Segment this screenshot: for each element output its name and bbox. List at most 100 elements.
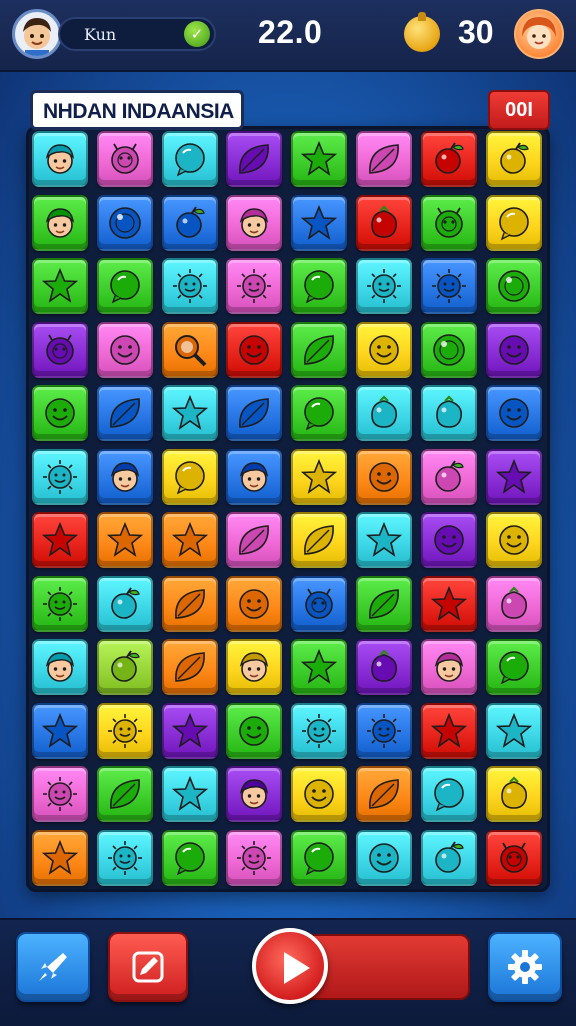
tile-yellow-smile[interactable] [291, 766, 348, 822]
tile-purple-berry[interactable] [356, 639, 412, 695]
tile-red-star[interactable] [32, 512, 88, 568]
tile-purple-bug[interactable] [32, 321, 88, 378]
settings-button[interactable] [488, 932, 562, 1002]
tile-blue-sun[interactable] [420, 258, 477, 314]
tile-green-bubble[interactable] [291, 385, 348, 441]
tile-orange-smile[interactable] [226, 575, 283, 632]
tile-cyan-face[interactable] [32, 131, 88, 187]
rocket-button[interactable] [16, 932, 90, 1002]
tile-orange-leaf[interactable] [356, 766, 412, 822]
tile-cyan-star[interactable] [161, 766, 218, 822]
tile-purple-face[interactable] [226, 766, 283, 822]
play-button[interactable] [252, 928, 328, 1004]
tile-purple-star[interactable] [485, 448, 542, 505]
tile-blue-sun[interactable] [356, 702, 412, 759]
tile-orange-star[interactable] [96, 512, 153, 568]
tile-red-star[interactable] [420, 575, 477, 632]
tile-green-face[interactable] [32, 194, 88, 251]
tile-cyan-fruit[interactable] [420, 829, 477, 886]
tile-blue-bug[interactable] [291, 575, 348, 632]
tile-cyan-berry[interactable] [356, 385, 412, 441]
tile-green-leaf[interactable] [291, 321, 348, 378]
tile-green-star[interactable] [291, 131, 348, 187]
tile-green-bubble[interactable] [291, 258, 348, 314]
tile-blue-fruit[interactable] [161, 194, 218, 251]
tile-lime-fruit[interactable] [96, 639, 153, 695]
tile-pink-bug[interactable] [96, 131, 153, 187]
tile-blue-face[interactable] [226, 448, 283, 505]
tile-yellow-bubble[interactable] [485, 194, 542, 251]
tile-yellow-star[interactable] [291, 448, 348, 505]
tile-yellow-smile[interactable] [485, 512, 542, 568]
tile-yellow-face[interactable] [226, 639, 283, 695]
tile-green-leaf[interactable] [96, 766, 153, 822]
tile-cyan-face[interactable] [32, 639, 88, 695]
tile-cyan-star[interactable] [356, 512, 412, 568]
tile-pink-berry[interactable] [485, 575, 542, 632]
tile-yellow-berry[interactable] [485, 766, 542, 822]
tile-cyan-smile[interactable] [356, 829, 412, 886]
tile-pink-leaf[interactable] [226, 512, 283, 568]
tile-pink-face[interactable] [420, 639, 477, 695]
tile-yellow-leaf[interactable] [291, 512, 348, 568]
tile-cyan-bubble[interactable] [161, 131, 218, 187]
tile-blue-star[interactable] [32, 702, 88, 759]
tile-green-smile[interactable] [226, 702, 283, 759]
pencil-button[interactable] [108, 932, 188, 1002]
tile-cyan-fruit[interactable] [96, 575, 153, 632]
tile-green-star[interactable] [32, 258, 88, 314]
tile-pink-sun[interactable] [32, 766, 88, 822]
tile-pink-sun[interactable] [226, 258, 283, 314]
tile-blue-leaf[interactable] [96, 385, 153, 441]
tile-orange-leaf[interactable] [161, 639, 218, 695]
tile-green-smile[interactable] [32, 385, 88, 441]
tile-pink-fruit[interactable] [420, 448, 477, 505]
tile-red-star[interactable] [420, 702, 477, 759]
tile-cyan-sun[interactable] [356, 258, 412, 314]
tile-green-bubble[interactable] [485, 639, 542, 695]
tile-green-sun[interactable] [32, 575, 88, 632]
tile-pink-sun[interactable] [226, 829, 283, 886]
tile-green-bug[interactable] [420, 194, 477, 251]
girl-avatar-icon[interactable] [514, 9, 564, 59]
tile-cyan-star[interactable] [485, 702, 542, 759]
tile-purple-star[interactable] [161, 702, 218, 759]
tile-green-bubble[interactable] [161, 829, 218, 886]
tile-cyan-sun[interactable] [161, 258, 218, 314]
tile-green-star[interactable] [291, 639, 348, 695]
tile-orange-smile[interactable] [356, 448, 412, 505]
tile-cyan-bubble[interactable] [420, 766, 477, 822]
tile-green-bubble[interactable] [96, 258, 153, 314]
boy-avatar-icon[interactable] [12, 9, 62, 59]
tile-orange-star[interactable] [32, 829, 88, 886]
tile-cyan-sun[interactable] [32, 448, 88, 505]
tile-blue-star[interactable] [291, 194, 348, 251]
tile-green-ball[interactable] [485, 258, 542, 314]
tile-green-ball[interactable] [420, 321, 477, 378]
tile-blue-leaf[interactable] [226, 385, 283, 441]
tile-cyan-berry[interactable] [420, 385, 477, 441]
tile-cyan-star[interactable] [161, 385, 218, 441]
tile-yellow-bubble[interactable] [161, 448, 218, 505]
tile-pink-face[interactable] [226, 194, 283, 251]
tile-orange-magnifier[interactable] [161, 321, 218, 378]
tile-blue-ball[interactable] [96, 194, 153, 251]
tile-red-berry[interactable] [356, 194, 412, 251]
tile-cyan-sun[interactable] [291, 702, 348, 759]
tile-green-leaf[interactable] [356, 575, 412, 632]
tile-red-bug[interactable] [485, 829, 542, 886]
tile-purple-leaf[interactable] [226, 131, 283, 187]
tile-orange-leaf[interactable] [161, 575, 218, 632]
tile-red-fruit[interactable] [420, 131, 477, 187]
tile-purple-smile[interactable] [420, 512, 477, 568]
tile-green-bubble[interactable] [291, 829, 348, 886]
tile-blue-smile[interactable] [485, 385, 542, 441]
tile-red-smile[interactable] [226, 321, 283, 378]
tile-yellow-smile[interactable] [356, 321, 412, 378]
tile-yellow-sun[interactable] [96, 702, 153, 759]
tile-yellow-fruit[interactable] [485, 131, 542, 187]
tile-blue-face[interactable] [96, 448, 153, 505]
tile-pink-smile[interactable] [96, 321, 153, 378]
tile-orange-star[interactable] [161, 512, 218, 568]
tile-cyan-sun[interactable] [96, 829, 153, 886]
